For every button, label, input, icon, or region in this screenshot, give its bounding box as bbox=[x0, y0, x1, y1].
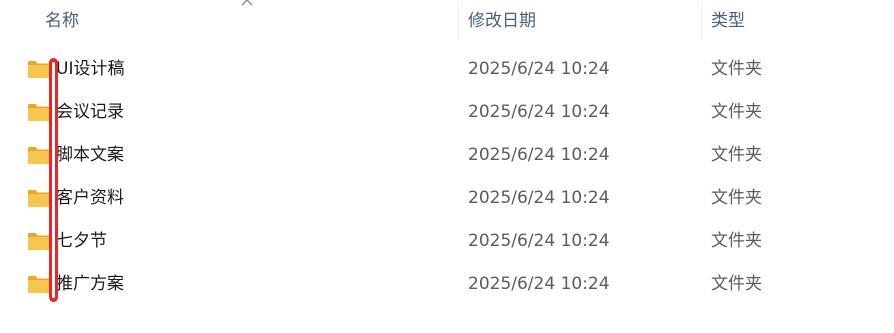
item-date-modified: 2025/6/24 10:24 bbox=[468, 102, 610, 122]
item-date-modified: 2025/6/24 10:24 bbox=[468, 274, 610, 294]
folder-icon bbox=[27, 274, 51, 294]
list-item[interactable]: 客户资料 2025/6/24 10:24 文件夹 bbox=[0, 177, 894, 220]
file-list: UI设计稿 2025/6/24 10:24 文件夹 会议记录 2025/6/24 10… bbox=[0, 48, 894, 306]
item-type: 文件夹 bbox=[711, 145, 762, 165]
item-name: UI设计稿 bbox=[56, 59, 125, 79]
list-item[interactable]: 七夕节 2025/6/24 10:24 文件夹 bbox=[0, 220, 894, 263]
item-date-modified: 2025/6/24 10:24 bbox=[468, 188, 610, 208]
folder-icon bbox=[27, 59, 51, 79]
column-header-date-modified[interactable]: 修改日期 bbox=[459, 0, 701, 42]
list-item[interactable]: 会议记录 2025/6/24 10:24 文件夹 bbox=[0, 91, 894, 134]
item-type: 文件夹 bbox=[711, 59, 762, 79]
list-item[interactable]: 推广方案 2025/6/24 10:24 文件夹 bbox=[0, 263, 894, 306]
item-type: 文件夹 bbox=[711, 188, 762, 208]
file-explorer-list: 名称 修改日期 类型 UI设计稿 2025/6/24 10:24 文件夹 会议记录 2… bbox=[0, 0, 894, 333]
item-name: 七夕节 bbox=[56, 231, 107, 251]
item-name: 会议记录 bbox=[56, 102, 124, 122]
item-date-modified: 2025/6/24 10:24 bbox=[468, 59, 610, 79]
item-type: 文件夹 bbox=[711, 274, 762, 294]
list-item[interactable]: UI设计稿 2025/6/24 10:24 文件夹 bbox=[0, 48, 894, 91]
item-name: 脚本文案 bbox=[56, 145, 124, 165]
chevron-up-icon bbox=[240, 0, 254, 7]
folder-icon bbox=[27, 102, 51, 122]
column-header-name[interactable]: 名称 bbox=[0, 0, 458, 42]
list-item[interactable]: 脚本文案 2025/6/24 10:24 文件夹 bbox=[0, 134, 894, 177]
red-highlight-marker bbox=[49, 58, 58, 302]
item-name: 客户资料 bbox=[56, 188, 124, 208]
folder-icon bbox=[27, 145, 51, 165]
item-name: 推广方案 bbox=[56, 274, 124, 294]
folder-icon bbox=[27, 231, 51, 251]
item-type: 文件夹 bbox=[711, 102, 762, 122]
item-type: 文件夹 bbox=[711, 231, 762, 251]
folder-icon bbox=[27, 188, 51, 208]
column-header-type[interactable]: 类型 bbox=[702, 0, 894, 42]
column-header-bar: 名称 修改日期 类型 bbox=[0, 0, 894, 42]
item-date-modified: 2025/6/24 10:24 bbox=[468, 231, 610, 251]
item-date-modified: 2025/6/24 10:24 bbox=[468, 145, 610, 165]
